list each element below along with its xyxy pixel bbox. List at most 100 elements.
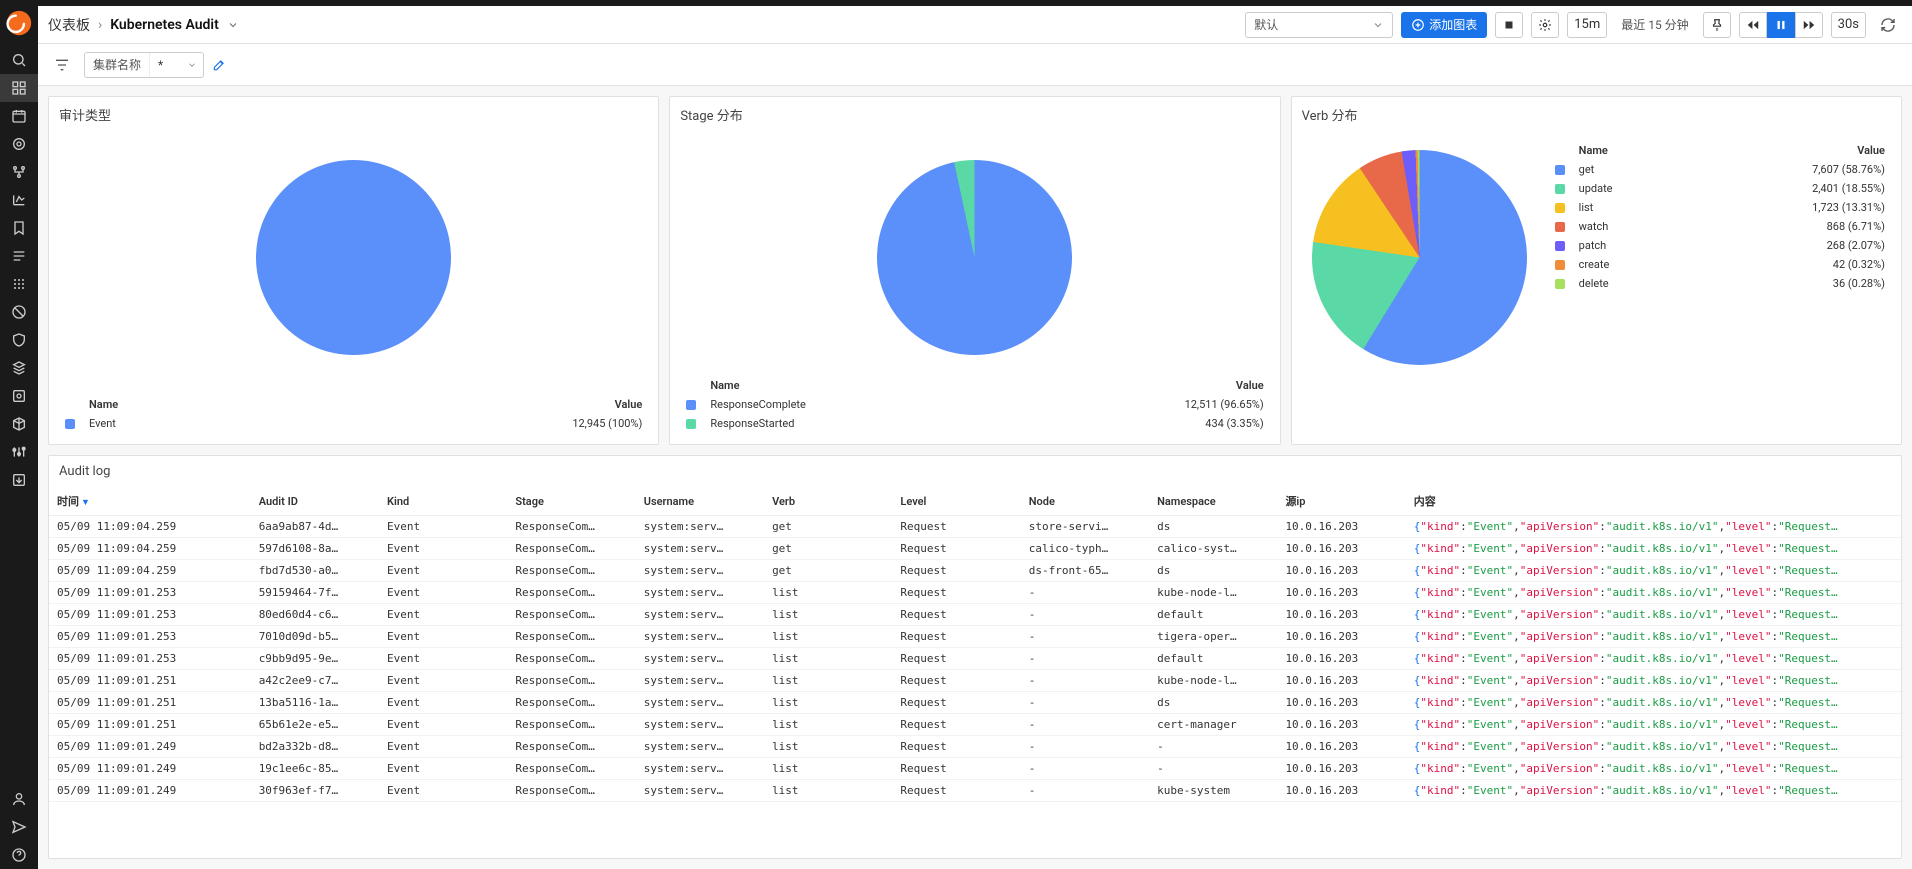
filter-icon[interactable] bbox=[48, 52, 76, 78]
col-content[interactable]: 内容 bbox=[1406, 487, 1901, 516]
refresh-interval-select[interactable]: 30s bbox=[1831, 12, 1866, 38]
time-range-picker[interactable]: 15m bbox=[1567, 12, 1607, 38]
legend-row[interactable]: ResponseStarted434 (3.35%) bbox=[682, 415, 1267, 432]
cell-node: - bbox=[1021, 626, 1149, 648]
app-logo-icon[interactable] bbox=[6, 10, 32, 36]
pin-button[interactable] bbox=[1703, 12, 1731, 38]
nav-topology-icon[interactable] bbox=[0, 158, 38, 186]
legend-value: 268 (2.07%) bbox=[1683, 237, 1889, 254]
cell-stage: ResponseCom… bbox=[507, 648, 635, 670]
nav-list-icon[interactable] bbox=[0, 242, 38, 270]
cell-namespace: default bbox=[1149, 604, 1277, 626]
chevron-down-icon[interactable] bbox=[227, 19, 239, 31]
legend-name: create bbox=[1575, 256, 1681, 273]
filter-cluster[interactable]: 集群名称 * bbox=[84, 52, 204, 78]
cell-kind: Event bbox=[379, 516, 507, 538]
col-source-ip[interactable]: 源ip bbox=[1277, 487, 1405, 516]
cell-namespace: ds bbox=[1149, 692, 1277, 714]
cell-kind: Event bbox=[379, 714, 507, 736]
refresh-button[interactable] bbox=[1874, 12, 1902, 38]
legend-row[interactable]: list1,723 (13.31%) bbox=[1551, 199, 1889, 216]
cell-audit-id: 6aa9ab87-4d… bbox=[251, 516, 379, 538]
variable-select-default[interactable]: 默认 bbox=[1245, 12, 1393, 38]
legend-row[interactable]: patch268 (2.07%) bbox=[1551, 237, 1889, 254]
cell-content: {"kind":"Event","apiVersion":"audit.k8s.… bbox=[1406, 582, 1901, 604]
cell-node: - bbox=[1021, 714, 1149, 736]
legend-row[interactable]: Event12,945 (100%) bbox=[61, 415, 646, 432]
col-username[interactable]: Username bbox=[636, 487, 764, 516]
col-node[interactable]: Node bbox=[1021, 487, 1149, 516]
legend-row[interactable]: update2,401 (18.55%) bbox=[1551, 180, 1889, 197]
pie-chart-verb[interactable] bbox=[1312, 150, 1527, 365]
cell-username: system:serv… bbox=[636, 780, 764, 802]
table-row[interactable]: 05/09 11:09:01.251a42c2ee9-c7…EventRespo… bbox=[49, 670, 1901, 692]
breadcrumb: 仪表板 › Kubernetes Audit bbox=[48, 15, 239, 35]
nav-calendar-icon[interactable] bbox=[0, 102, 38, 130]
table-row[interactable]: 05/09 11:09:01.25113ba5116-1a…EventRespo… bbox=[49, 692, 1901, 714]
nav-import-icon[interactable] bbox=[0, 466, 38, 494]
table-row[interactable]: 05/09 11:09:04.2596aa9ab87-4d…EventRespo… bbox=[49, 516, 1901, 538]
col-audit-id[interactable]: Audit ID bbox=[251, 487, 379, 516]
col-kind[interactable]: Kind bbox=[379, 487, 507, 516]
nav-bookmark-icon[interactable] bbox=[0, 214, 38, 242]
table-row[interactable]: 05/09 11:09:04.259597d6108-8a…EventRespo… bbox=[49, 538, 1901, 560]
cell-namespace: default bbox=[1149, 648, 1277, 670]
nav-shield-icon[interactable] bbox=[0, 326, 38, 354]
nav-help-icon[interactable] bbox=[0, 841, 38, 869]
settings-button[interactable] bbox=[1531, 12, 1559, 38]
nav-send-icon[interactable] bbox=[0, 813, 38, 841]
nav-apps-icon[interactable] bbox=[0, 270, 38, 298]
col-namespace[interactable]: Namespace bbox=[1149, 487, 1277, 516]
nav-cube-icon[interactable] bbox=[0, 410, 38, 438]
table-row[interactable]: 05/09 11:09:01.25359159464-7f…EventRespo… bbox=[49, 582, 1901, 604]
forward-button[interactable] bbox=[1795, 12, 1823, 38]
nav-user-icon[interactable] bbox=[0, 785, 38, 813]
stop-button[interactable] bbox=[1495, 12, 1523, 38]
legend-row[interactable]: delete36 (0.28%) bbox=[1551, 275, 1889, 292]
cell-source-ip: 10.0.16.203 bbox=[1277, 582, 1405, 604]
time-range-label[interactable]: 最近 15 分钟 bbox=[1615, 16, 1694, 33]
cell-verb: list bbox=[764, 780, 892, 802]
table-row[interactable]: 05/09 11:09:01.25380ed60d4-c6…EventRespo… bbox=[49, 604, 1901, 626]
nav-stacks-icon[interactable] bbox=[0, 354, 38, 382]
col-time[interactable]: 时间▼ bbox=[49, 487, 251, 516]
breadcrumb-current[interactable]: Kubernetes Audit bbox=[110, 17, 219, 33]
col-stage[interactable]: Stage bbox=[507, 487, 635, 516]
nav-sliders-icon[interactable] bbox=[0, 438, 38, 466]
pause-button[interactable] bbox=[1767, 12, 1795, 38]
nav-dashboard-icon[interactable] bbox=[0, 74, 38, 102]
table-row[interactable]: 05/09 11:09:01.2537010d09d-b5…EventRespo… bbox=[49, 626, 1901, 648]
add-chart-label: 添加图表 bbox=[1429, 16, 1477, 33]
table-row[interactable]: 05/09 11:09:01.249bd2a332b-d8…EventRespo… bbox=[49, 736, 1901, 758]
legend-row[interactable]: watch868 (6.71%) bbox=[1551, 218, 1889, 235]
cell-node: - bbox=[1021, 582, 1149, 604]
table-row[interactable]: 05/09 11:09:01.253c9bb9d95-9e…EventRespo… bbox=[49, 648, 1901, 670]
cell-namespace: cert-manager bbox=[1149, 714, 1277, 736]
nav-disk-icon[interactable] bbox=[0, 382, 38, 410]
legend-row[interactable]: ResponseComplete12,511 (96.65%) bbox=[682, 396, 1267, 413]
pie-chart-audit-type[interactable] bbox=[256, 160, 451, 355]
legend-row[interactable]: create42 (0.32%) bbox=[1551, 256, 1889, 273]
cell-audit-id: 13ba5116-1a… bbox=[251, 692, 379, 714]
legend-row[interactable]: get7,607 (58.76%) bbox=[1551, 161, 1889, 178]
breadcrumb-root[interactable]: 仪表板 bbox=[48, 15, 90, 35]
nav-search-icon[interactable] bbox=[0, 46, 38, 74]
col-verb[interactable]: Verb bbox=[764, 487, 892, 516]
rewind-button[interactable] bbox=[1739, 12, 1767, 38]
pie-chart-stage[interactable] bbox=[877, 160, 1072, 355]
nav-forbid-icon[interactable] bbox=[0, 298, 38, 326]
variable-select-value: 默认 bbox=[1254, 16, 1278, 33]
table-row[interactable]: 05/09 11:09:01.24919c1ee6c-85…EventRespo… bbox=[49, 758, 1901, 780]
nav-analytics-icon[interactable] bbox=[0, 186, 38, 214]
edit-filter-link[interactable] bbox=[212, 58, 226, 72]
table-row[interactable]: 05/09 11:09:04.259fbd7d530-a0…EventRespo… bbox=[49, 560, 1901, 582]
cell-level: Request bbox=[892, 626, 1020, 648]
col-level[interactable]: Level bbox=[892, 487, 1020, 516]
cell-time: 05/09 11:09:01.253 bbox=[49, 604, 251, 626]
add-chart-button[interactable]: 添加图表 bbox=[1401, 12, 1487, 38]
table-row[interactable]: 05/09 11:09:01.25165b61e2e-e5…EventRespo… bbox=[49, 714, 1901, 736]
cell-username: system:serv… bbox=[636, 516, 764, 538]
cell-source-ip: 10.0.16.203 bbox=[1277, 648, 1405, 670]
nav-target-icon[interactable] bbox=[0, 130, 38, 158]
table-row[interactable]: 05/09 11:09:01.24930f963ef-f7…EventRespo… bbox=[49, 780, 1901, 802]
